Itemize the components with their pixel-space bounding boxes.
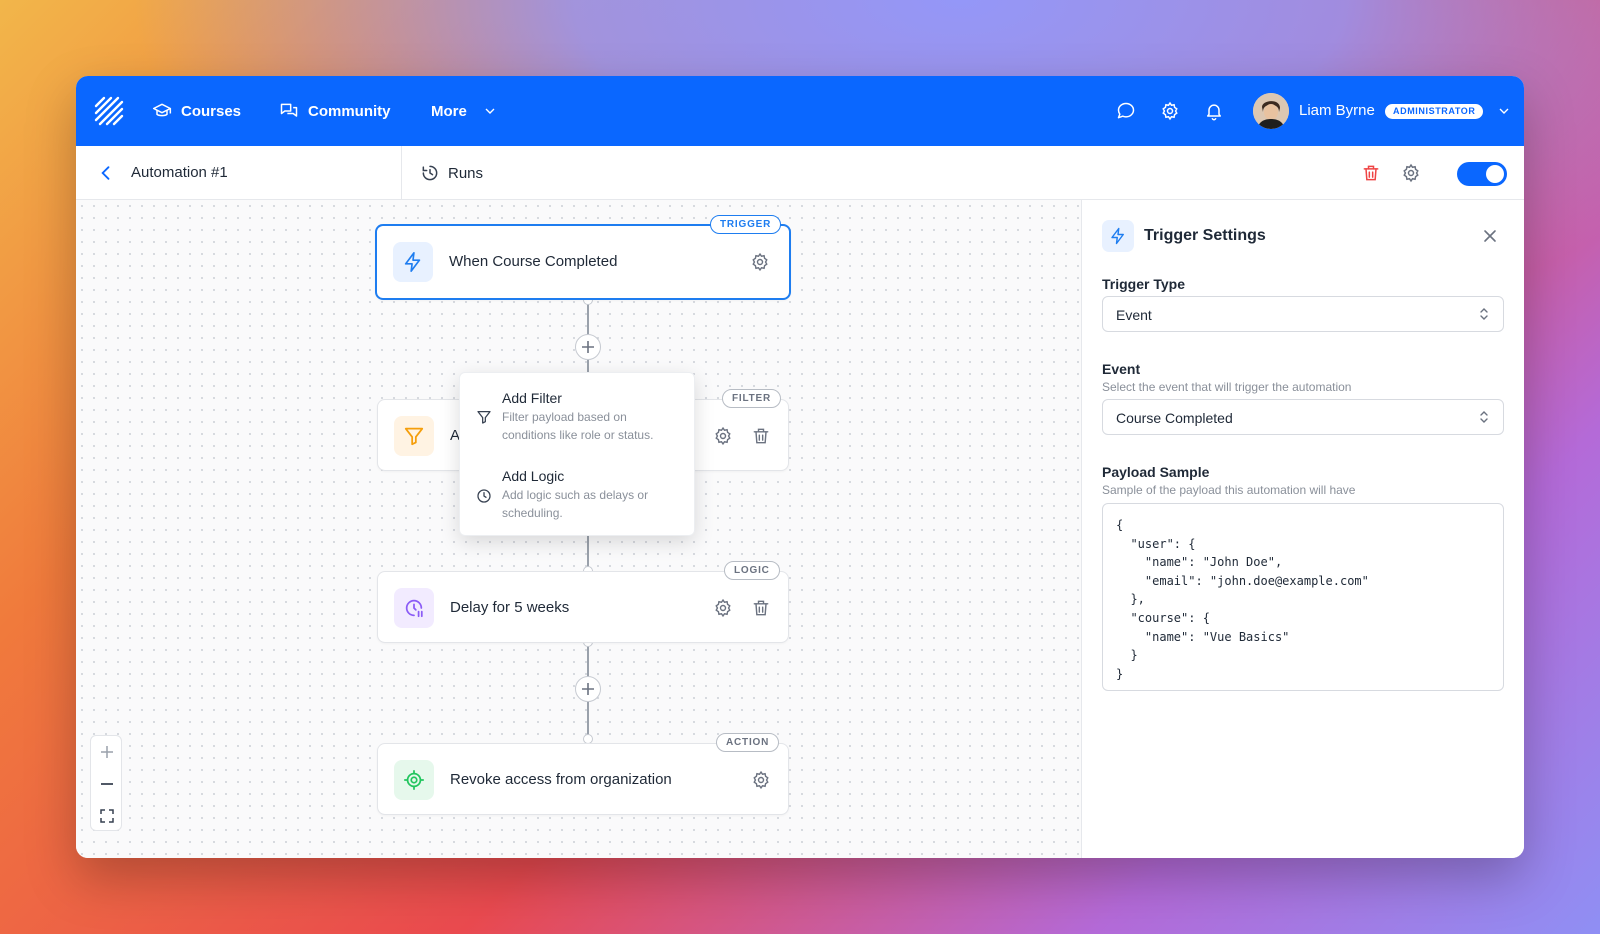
trigger-type-value: Event: [1116, 307, 1152, 323]
node-tag: TRIGGER: [710, 215, 782, 234]
bell-icon[interactable]: [1204, 101, 1224, 121]
bolt-icon: [393, 242, 433, 282]
payload-help: Sample of the payload this automation wi…: [1102, 483, 1356, 497]
logic-node[interactable]: LOGIC Delay for 5 weeks: [377, 561, 789, 643]
filter-icon: [477, 411, 491, 424]
node-tag: LOGIC: [724, 561, 780, 580]
add-filter-title: Add Filter: [502, 390, 562, 406]
zoom-in-button[interactable]: [91, 736, 123, 768]
chevron-down-icon: [485, 108, 495, 114]
trash-icon[interactable]: [751, 598, 771, 618]
add-logic-option[interactable]: Add Logic Add logic such as delays or sc…: [460, 455, 696, 537]
bolt-icon: [1102, 220, 1134, 252]
automation-settings-icon[interactable]: [1401, 163, 1421, 183]
role-badge: ADMINISTRATOR: [1385, 104, 1484, 119]
automation-enabled-toggle[interactable]: [1457, 162, 1507, 186]
node-tag: ACTION: [716, 733, 780, 752]
funnel-icon: [394, 416, 434, 456]
add-step-menu: Add Filter Filter payload based on condi…: [459, 372, 695, 536]
gear-icon[interactable]: [751, 770, 771, 790]
plus-icon: [101, 746, 113, 758]
trash-icon[interactable]: [751, 426, 771, 446]
clock-icon: [477, 489, 491, 503]
target-icon: [394, 760, 434, 800]
runs-tab[interactable]: Runs: [420, 160, 483, 186]
event-label: Event: [1102, 361, 1141, 377]
gear-icon[interactable]: [713, 598, 733, 618]
fit-view-button[interactable]: [91, 800, 123, 832]
nav-more[interactable]: More: [431, 76, 498, 146]
node-tag: FILTER: [722, 389, 782, 408]
node-label: Delay for 5 weeks: [450, 599, 570, 616]
gear-icon[interactable]: [713, 426, 733, 446]
avatar[interactable]: [1253, 93, 1289, 129]
event-help: Select the event that will trigger the a…: [1102, 380, 1352, 394]
header-divider: [401, 146, 402, 200]
automation-title: Automation #1: [131, 164, 228, 181]
history-icon: [422, 165, 438, 181]
top-nav: Courses Community More Liam Byrne ADMINI…: [76, 76, 1524, 146]
flow-canvas[interactable]: TRIGGER When Course Completed FILTER Ac: [76, 200, 1081, 858]
graduation-cap-icon: [152, 103, 172, 117]
nav-community-label: Community: [308, 102, 391, 120]
close-icon[interactable]: [1482, 228, 1498, 244]
fullscreen-icon: [100, 809, 114, 823]
trigger-settings-panel: Trigger Settings Trigger Type Event Even…: [1081, 200, 1524, 858]
zoom-controls: [90, 735, 122, 831]
payload-sample-editor[interactable]: { "user": { "name": "John Doe", "email":…: [1102, 503, 1504, 691]
add-logic-description: Add logic such as delays or scheduling.: [502, 488, 649, 520]
payload-label: Payload Sample: [1102, 464, 1210, 480]
app-window: Courses Community More Liam Byrne ADMINI…: [76, 76, 1524, 858]
runs-label: Runs: [448, 164, 484, 182]
user-menu-chevron-icon[interactable]: [1496, 103, 1512, 119]
add-logic-title: Add Logic: [502, 468, 565, 484]
nav-courses[interactable]: Courses: [152, 76, 241, 146]
delete-automation-icon[interactable]: [1361, 163, 1381, 183]
user-name[interactable]: Liam Byrne: [1299, 102, 1375, 119]
back-arrow-icon[interactable]: [96, 163, 116, 183]
message-icon[interactable]: [1116, 101, 1136, 121]
add-step-button[interactable]: [575, 676, 601, 702]
node-label: When Course Completed: [449, 253, 618, 270]
action-node[interactable]: ACTION Revoke access from organization: [377, 733, 789, 815]
event-value: Course Completed: [1116, 410, 1233, 426]
add-step-button[interactable]: [575, 334, 601, 360]
chat-bubbles-icon: [280, 103, 298, 117]
panel-title: Trigger Settings: [1144, 227, 1266, 244]
select-arrows-icon: [1480, 308, 1488, 320]
nav-courses-label: Courses: [181, 102, 242, 120]
select-arrows-icon: [1480, 411, 1488, 423]
add-filter-option[interactable]: Add Filter Filter payload based on condi…: [460, 373, 696, 455]
nav-community[interactable]: Community: [279, 76, 391, 146]
trigger-node[interactable]: TRIGGER When Course Completed: [375, 215, 791, 300]
event-select[interactable]: Course Completed: [1102, 399, 1504, 435]
add-filter-description: Filter payload based on conditions like …: [502, 410, 654, 442]
plus-icon: [582, 341, 594, 353]
zoom-out-button[interactable]: [91, 768, 123, 800]
nav-more-label: More: [431, 102, 467, 120]
gear-icon[interactable]: [750, 252, 770, 272]
automation-header: Automation #1 Runs: [76, 146, 1524, 200]
clock-pause-icon: [394, 588, 434, 628]
node-label: Revoke access from organization: [450, 771, 672, 788]
logo-icon[interactable]: [94, 96, 124, 126]
trigger-type-select[interactable]: Event: [1102, 296, 1504, 332]
gear-icon[interactable]: [1160, 101, 1180, 121]
plus-icon: [582, 683, 594, 695]
minus-icon: [101, 783, 113, 785]
trigger-type-label: Trigger Type: [1102, 276, 1185, 292]
